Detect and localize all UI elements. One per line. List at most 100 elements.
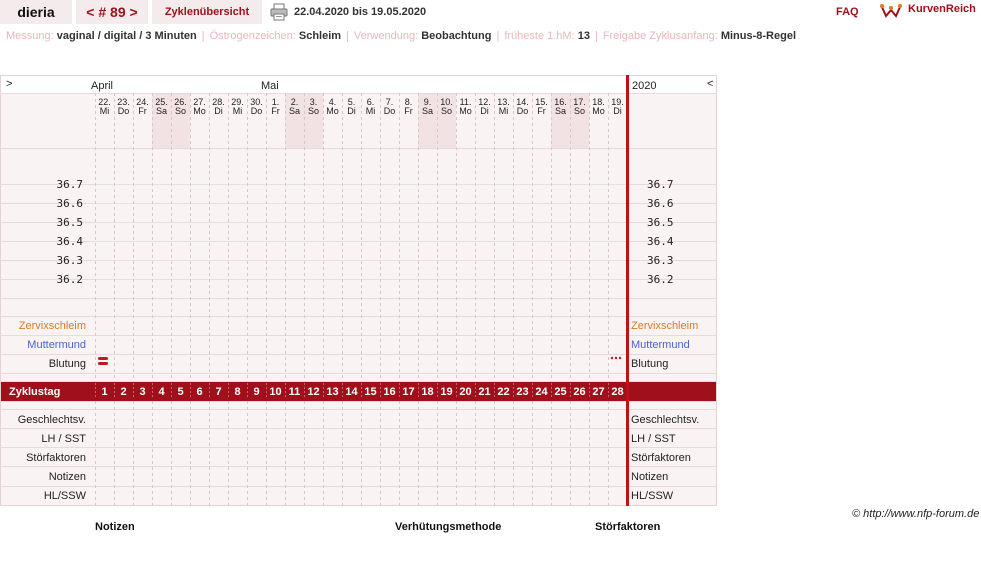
next-cycle-arrow: < [707,78,713,90]
cycle-day-number: 16 [383,386,395,398]
info-value: Minus-8-Regel [720,30,797,42]
day-weekday-label: Di [480,106,489,116]
month-label: April [91,80,113,92]
bleeding-marker [98,357,108,360]
row-label-right-notes: Notizen [631,471,668,483]
day-weekday-label: Di [347,106,356,116]
cycle-info-bar: Messung: vaginal / digital / 3 Minuten | Ö… [6,30,796,42]
row-label-right-disturb: Störfaktoren [631,452,691,464]
info-value: 13 [577,30,590,42]
cycle-day-number: 6 [196,386,202,398]
cycle-day-number: 26 [573,386,585,398]
spotting-dot [610,356,614,360]
day-weekday-label: So [441,106,452,116]
day-weekday-label: So [175,106,186,116]
temperature-label: 36.7 [57,178,84,191]
row-label-notes: Notizen [49,471,86,483]
footer-disturb-heading: Störfaktoren [595,521,661,533]
info-label: Messung: [6,30,57,42]
day-weekday-label: Fr [537,106,546,116]
copyright-text: © http://www.nfp-forum.de [852,508,980,520]
row-label-disturb: Störfaktoren [26,452,86,464]
day-weekday-label: Do [118,106,130,116]
temperature-label-right: 36.4 [647,235,674,248]
current-day-line [626,75,629,506]
day-weekday-label: Mi [499,106,509,116]
cycle-day-number: 18 [421,386,433,398]
row-label-right-bleeding: Blutung [631,358,668,370]
cycle-overview-link[interactable]: Zyklenübersicht [152,0,262,24]
day-weekday-label: Do [384,106,396,116]
day-weekday-label: Mo [326,106,339,116]
day-weekday-label: Sa [156,106,167,116]
cycle-day-number: 5 [177,386,183,398]
cycle-day-number: 20 [459,386,471,398]
cycle-day-number: 19 [440,386,452,398]
month-label: Mai [261,80,279,92]
cycle-day-number: 22 [497,386,509,398]
temperature-label-right: 36.7 [647,178,674,191]
info-separator: | [496,30,500,42]
temperature-label-right: 36.6 [647,197,674,210]
cycle-day-number: 4 [158,386,165,398]
kurvenreich-logo-icon[interactable] [880,2,902,20]
temperature-label: 36.3 [57,254,84,267]
day-weekday-label: Mi [366,106,376,116]
cycle-day-number: 11 [289,386,301,398]
cycle-day-number: 10 [269,386,281,398]
day-weekday-label: Di [214,106,223,116]
day-weekday-label: Do [517,106,529,116]
row-label-right-mouth: Muttermund [631,339,690,351]
temperature-label: 36.5 [57,216,84,229]
day-weekday-label: So [574,106,585,116]
info-label: Östrogenzeichen: [209,30,299,42]
temperature-label: 36.2 [57,273,84,286]
day-weekday-label: Fr [271,106,280,116]
info-separator: | [346,30,349,42]
printer-icon[interactable] [270,3,288,21]
day-weekday-label: Mo [592,106,605,116]
cycle-navigation[interactable]: < # 89 > [76,0,148,24]
spotting-dot [614,356,618,360]
row-label-right-cervix: Zervixschleim [631,320,698,332]
year-label: 2020 [632,80,656,92]
day-weekday-label: So [308,106,319,116]
row-label-cervix: Zervixschleim [19,320,86,332]
footer-method-heading: Verhütungsmethode [395,521,502,533]
day-weekday-label: Sa [422,106,433,116]
row-label-hlssw: HL/SSW [44,490,87,502]
cycle-chart: > <April Mai 202022.Mi23.Do24.Fr25.Sa26.So2… [0,75,717,506]
row-label-lh: LH / SST [41,433,86,445]
cycle-day-number: 25 [554,386,566,398]
info-label: früheste 1.hM: [504,30,578,42]
cycle-day-number: 23 [516,386,528,398]
day-weekday-label: Do [251,106,263,116]
cycle-date-range: 22.04.2020 bis 19.05.2020 [294,6,427,18]
temperature-label: 36.4 [57,235,84,248]
day-weekday-label: Fr [138,106,147,116]
row-label-right-lh: LH / SST [631,433,676,445]
cycle-day-number: 8 [234,386,240,398]
spotting-dot [618,356,622,360]
footer-notes-heading: Notizen [95,521,135,533]
logo-text[interactable]: KurvenReich [908,3,976,15]
cycle-day-number: 7 [215,386,221,398]
day-weekday-label: Di [613,106,622,116]
day-weekday-label: Fr [404,106,413,116]
cycle-day-number: 24 [535,386,548,398]
row-label-bleeding: Blutung [49,358,86,370]
info-value: Beobachtung [421,30,492,42]
temperature-label-right: 36.3 [647,254,674,267]
day-weekday-label: Sa [289,106,300,116]
info-label: Verwendung: [353,30,422,42]
faq-link[interactable]: FAQ [836,6,859,18]
cycle-day-number: 28 [611,386,623,398]
cycle-day-label: Zyklustag [9,386,60,398]
user-tab[interactable]: dieria [0,0,72,24]
cycle-day-number: 15 [364,386,376,398]
day-weekday-label: Mo [193,106,206,116]
row-label-mouth: Muttermund [27,339,86,351]
info-label: Freigabe Zyklusanfang: [602,30,721,42]
day-weekday-label: Mi [100,106,110,116]
info-value: Schleim [298,30,342,42]
